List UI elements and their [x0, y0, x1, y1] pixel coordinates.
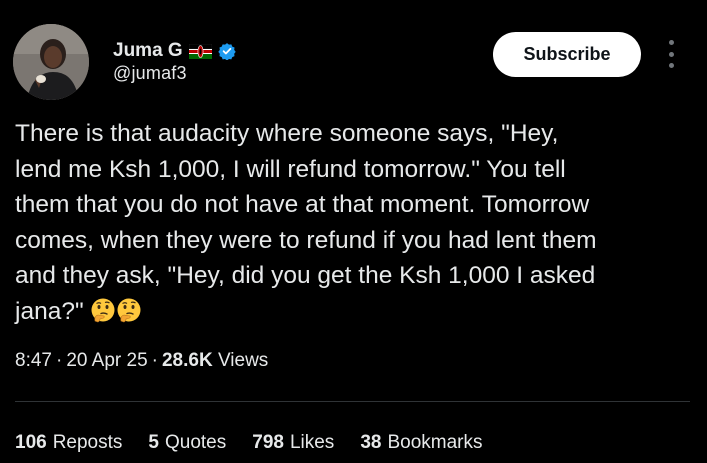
avatar[interactable] [13, 24, 89, 100]
quotes-count: 5 [148, 432, 159, 453]
dot-icon [668, 51, 674, 57]
tweet-text: There is that audacity where someone say… [15, 116, 695, 330]
thinking-face-icon [116, 297, 142, 323]
subscribe-button[interactable]: Subscribe [493, 32, 641, 77]
dot-icon [668, 40, 674, 45]
views-label: Views [217, 350, 269, 371]
tweet-meta: 8:47 · 20 Apr 25 · 28.6K Views [15, 350, 268, 372]
divider [15, 401, 690, 402]
views-count: 28.6K [161, 350, 213, 371]
display-name[interactable]: Juma G [113, 40, 183, 62]
tweet-text-content: There is that audacity where someone say… [15, 120, 597, 325]
avatar-photo [13, 24, 89, 100]
author-handle[interactable]: @jumaf3 [113, 63, 187, 84]
quotes-label: Quotes [164, 432, 227, 453]
reposts-label: Reposts [52, 432, 123, 453]
dot-icon [668, 63, 674, 68]
reposts-stat[interactable]: 106 Reposts [15, 432, 122, 454]
author-name-row: Juma G [113, 39, 236, 63]
likes-label: Likes [289, 432, 335, 453]
tweet-time[interactable]: 8:47 [15, 350, 52, 371]
separator: · [151, 350, 158, 371]
quotes-stat[interactable]: 5 Quotes [148, 432, 226, 454]
bookmarks-count: 38 [360, 432, 382, 453]
verified-badge-icon[interactable] [218, 42, 236, 61]
likes-stat[interactable]: 798 Likes [252, 432, 334, 454]
bookmarks-stat[interactable]: 38 Bookmarks [360, 432, 482, 454]
tweet-date[interactable]: 20 Apr 25 [66, 350, 147, 371]
more-vertical-icon[interactable] [662, 40, 680, 68]
reposts-count: 106 [15, 432, 47, 453]
separator: · [55, 350, 63, 371]
likes-count: 798 [252, 432, 284, 453]
kenya-flag-icon [188, 43, 212, 59]
engagement-stats: 106 Reposts 5 Quotes 798 Likes 38 Bookmarks [15, 432, 508, 454]
thinking-face-icon [90, 297, 116, 323]
bookmarks-label: Bookmarks [387, 432, 483, 453]
